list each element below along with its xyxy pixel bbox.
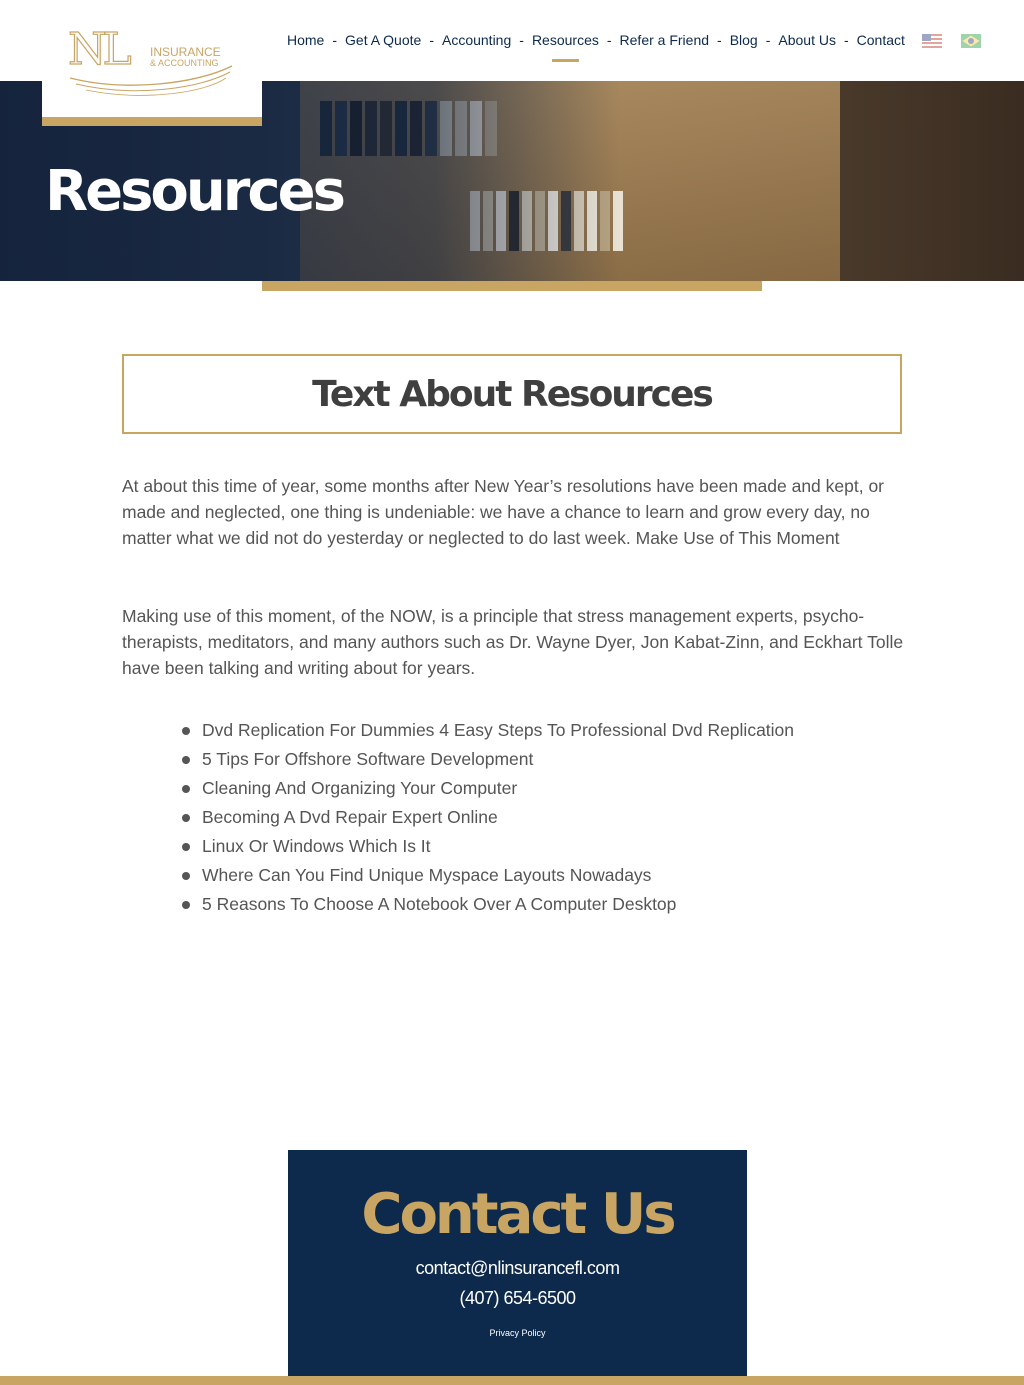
contact-phone-link[interactable]: (407) 654-6500 bbox=[288, 1288, 747, 1309]
nav-separator: - bbox=[765, 32, 771, 48]
paragraph-2: Making use of this moment, of the NOW, i… bbox=[122, 606, 904, 678]
brazil-flag-icon[interactable] bbox=[961, 34, 981, 48]
nav-separator: - bbox=[606, 32, 612, 48]
resources-list: Dvd Replication For Dummies 4 Easy Steps… bbox=[180, 716, 794, 919]
nav-accounting[interactable]: Accounting bbox=[442, 32, 511, 48]
logo[interactable]: NL INSURANCE & ACCOUNTING bbox=[42, 0, 262, 126]
logo-letters: NL bbox=[68, 24, 132, 75]
footer-gold-bar bbox=[0, 1376, 1024, 1385]
nav-separator: - bbox=[519, 32, 524, 48]
nav-contact[interactable]: Contact bbox=[857, 32, 905, 48]
list-item: Linux Or Windows Which Is It bbox=[180, 832, 794, 861]
nav-home[interactable]: Home bbox=[287, 32, 324, 48]
privacy-policy-link[interactable]: Privacy Policy bbox=[288, 1328, 747, 1338]
nav-blog[interactable]: Blog bbox=[730, 32, 758, 48]
contact-box: Contact Us contact@nlinsurancefl.com (40… bbox=[288, 1150, 747, 1376]
list-item: Dvd Replication For Dummies 4 Easy Steps… bbox=[180, 716, 794, 745]
page-title: Resources bbox=[45, 159, 346, 224]
list-item: 5 Tips For Offshore Software Development bbox=[180, 745, 794, 774]
list-item: Becoming A Dvd Repair Expert Online bbox=[180, 803, 794, 832]
contact-email-link[interactable]: contact@nlinsurancefl.com bbox=[288, 1258, 747, 1279]
hero-gold-bar bbox=[262, 281, 762, 291]
paragraph-1: At about this time of year, some months … bbox=[122, 476, 885, 548]
nav-separator: - bbox=[429, 32, 434, 48]
nav-refer-a-friend[interactable]: Refer a Friend bbox=[620, 32, 709, 48]
logo-line1: INSURANCE bbox=[150, 45, 221, 59]
nav-about-us[interactable]: About Us bbox=[778, 32, 836, 48]
nav-separator: - bbox=[717, 32, 722, 48]
contact-heading: Contact Us bbox=[361, 1182, 676, 1247]
us-flag-icon[interactable] bbox=[922, 34, 942, 48]
list-item: Cleaning And Organizing Your Computer bbox=[180, 774, 794, 803]
section-heading-box: Text About Resources bbox=[122, 354, 902, 434]
logo-mark-icon: NL INSURANCE & ACCOUNTING bbox=[67, 23, 233, 96]
logo-line2: & ACCOUNTING bbox=[150, 58, 219, 68]
nav-get-a-quote[interactable]: Get A Quote bbox=[345, 32, 421, 48]
list-item: Where Can You Find Unique Myspace Layout… bbox=[180, 861, 794, 890]
list-item: 5 Reasons To Choose A Notebook Over A Co… bbox=[180, 890, 794, 919]
section-heading: Text About Resources bbox=[312, 373, 714, 415]
nav-separator: - bbox=[843, 32, 849, 48]
nav-resources[interactable]: Resources bbox=[532, 32, 599, 62]
main-nav: Home - Get A Quote - Accounting - Resour… bbox=[287, 32, 905, 62]
nav-separator: - bbox=[332, 32, 338, 48]
